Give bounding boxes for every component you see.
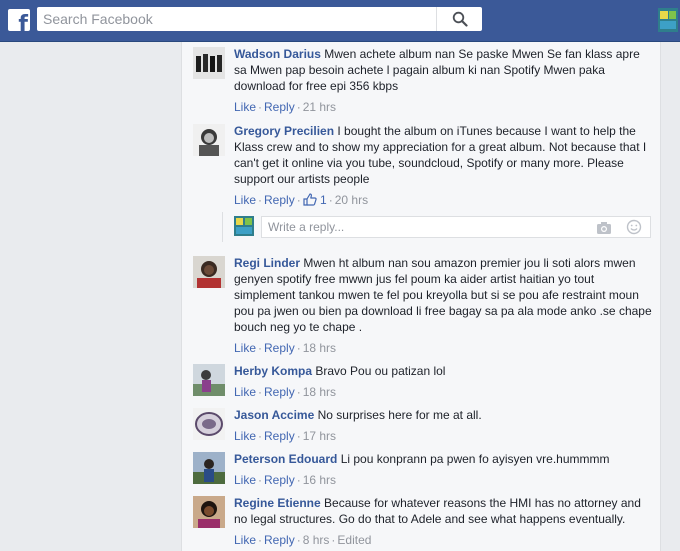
comment-timestamp[interactable]: 18 hrs [303,341,336,355]
avatar[interactable] [193,47,225,79]
comment-actions: Like · Reply · 16 hrs [234,473,337,487]
comment-body: Regi Linder Mwen ht album nan sou amazon… [234,255,654,335]
comment-body: Jason Accime No surprises here for me at… [234,407,654,423]
comment-actions: Like · Reply · 18 hrs [234,385,337,399]
comment-timestamp[interactable]: 16 hrs [303,473,336,487]
comment-body: Herby Kompa Bravo Pou ou patizan lol [234,363,654,379]
comment-timestamp[interactable]: 20 hrs [335,193,368,207]
comment-timestamp[interactable]: 17 hrs [303,429,336,443]
reply-link[interactable]: Reply [264,429,295,443]
like-link[interactable]: Like [234,385,256,399]
comment-text: No surprises here for me at all. [317,408,482,422]
comment-body: Peterson Edouard Li pou konprann pa pwen… [234,451,654,467]
comment-author-link[interactable]: Herby Kompa [234,364,312,378]
comment-text: Bravo Pou ou patizan lol [315,364,446,378]
search-input[interactable] [37,7,437,31]
comments-panel: Wadson Darius Mwen achete album nan Se p… [181,42,661,551]
comment-actions: Like · Reply · 21 hrs [234,100,337,114]
top-navigation-bar: f [0,0,680,42]
right-gutter [668,42,680,551]
comment-author-link[interactable]: Peterson Edouard [234,452,337,466]
reply-link[interactable]: Reply [264,341,295,355]
like-link[interactable]: Like [234,100,256,114]
comment-actions: Like · Reply · 8 hrs · Edited [234,533,372,547]
comment-actions: Like · Reply · 1 · 20 hrs [234,192,369,208]
profile-avatar[interactable] [658,8,678,32]
reply-thread-line [222,212,223,242]
like-link[interactable]: Like [234,341,256,355]
comment-body: Wadson Darius Mwen achete album nan Se p… [234,46,654,94]
avatar[interactable] [193,256,225,288]
like-link[interactable]: Like [234,533,256,547]
reply-input[interactable] [262,217,594,237]
emoji-icon[interactable] [626,219,642,235]
avatar[interactable] [193,408,225,440]
search-box [37,7,482,31]
comment-author-link[interactable]: Gregory Precilien [234,124,334,138]
camera-icon[interactable] [596,221,612,235]
avatar[interactable] [193,452,225,484]
comment-timestamp[interactable]: 21 hrs [303,100,336,114]
reply-link[interactable]: Reply [264,100,295,114]
search-icon [452,11,468,27]
comment-body: Regine Etienne Because for whatever reas… [234,495,654,527]
avatar[interactable] [193,496,225,528]
comment-author-link[interactable]: Regi Linder [234,256,300,270]
comment-author-link[interactable]: Wadson Darius [234,47,321,61]
current-user-avatar [234,216,254,236]
comment-timestamp[interactable]: 18 hrs [303,385,336,399]
reply-link[interactable]: Reply [264,533,295,547]
like-link[interactable]: Like [234,193,256,207]
reply-composer [234,216,652,238]
comment-author-link[interactable]: Jason Accime [234,408,314,422]
like-link[interactable]: Like [234,473,256,487]
reaction-count[interactable]: 1 [303,192,327,208]
like-link[interactable]: Like [234,429,256,443]
comment-author-link[interactable]: Regine Etienne [234,496,321,510]
reply-link[interactable]: Reply [264,385,295,399]
facebook-logo-icon[interactable]: f [8,9,30,31]
reply-field-container [261,216,651,238]
left-sidebar-area [0,42,170,551]
profile-logo-image [658,8,678,32]
avatar[interactable] [193,364,225,396]
reaction-number: 1 [320,193,327,207]
comment-body: Gregory Precilien I bought the album on … [234,123,654,187]
reply-link[interactable]: Reply [264,473,295,487]
comment-timestamp[interactable]: 8 hrs [303,533,330,547]
avatar[interactable] [193,124,225,156]
comment-text: Li pou konprann pa pwen fo ayisyen vre.h… [340,452,610,466]
reply-link[interactable]: Reply [264,193,295,207]
comment-actions: Like · Reply · 18 hrs [234,341,337,355]
thumbs-up-icon [303,193,317,206]
search-button[interactable] [436,7,482,31]
comment-actions: Like · Reply · 17 hrs [234,429,337,443]
edited-label[interactable]: Edited [337,533,371,547]
